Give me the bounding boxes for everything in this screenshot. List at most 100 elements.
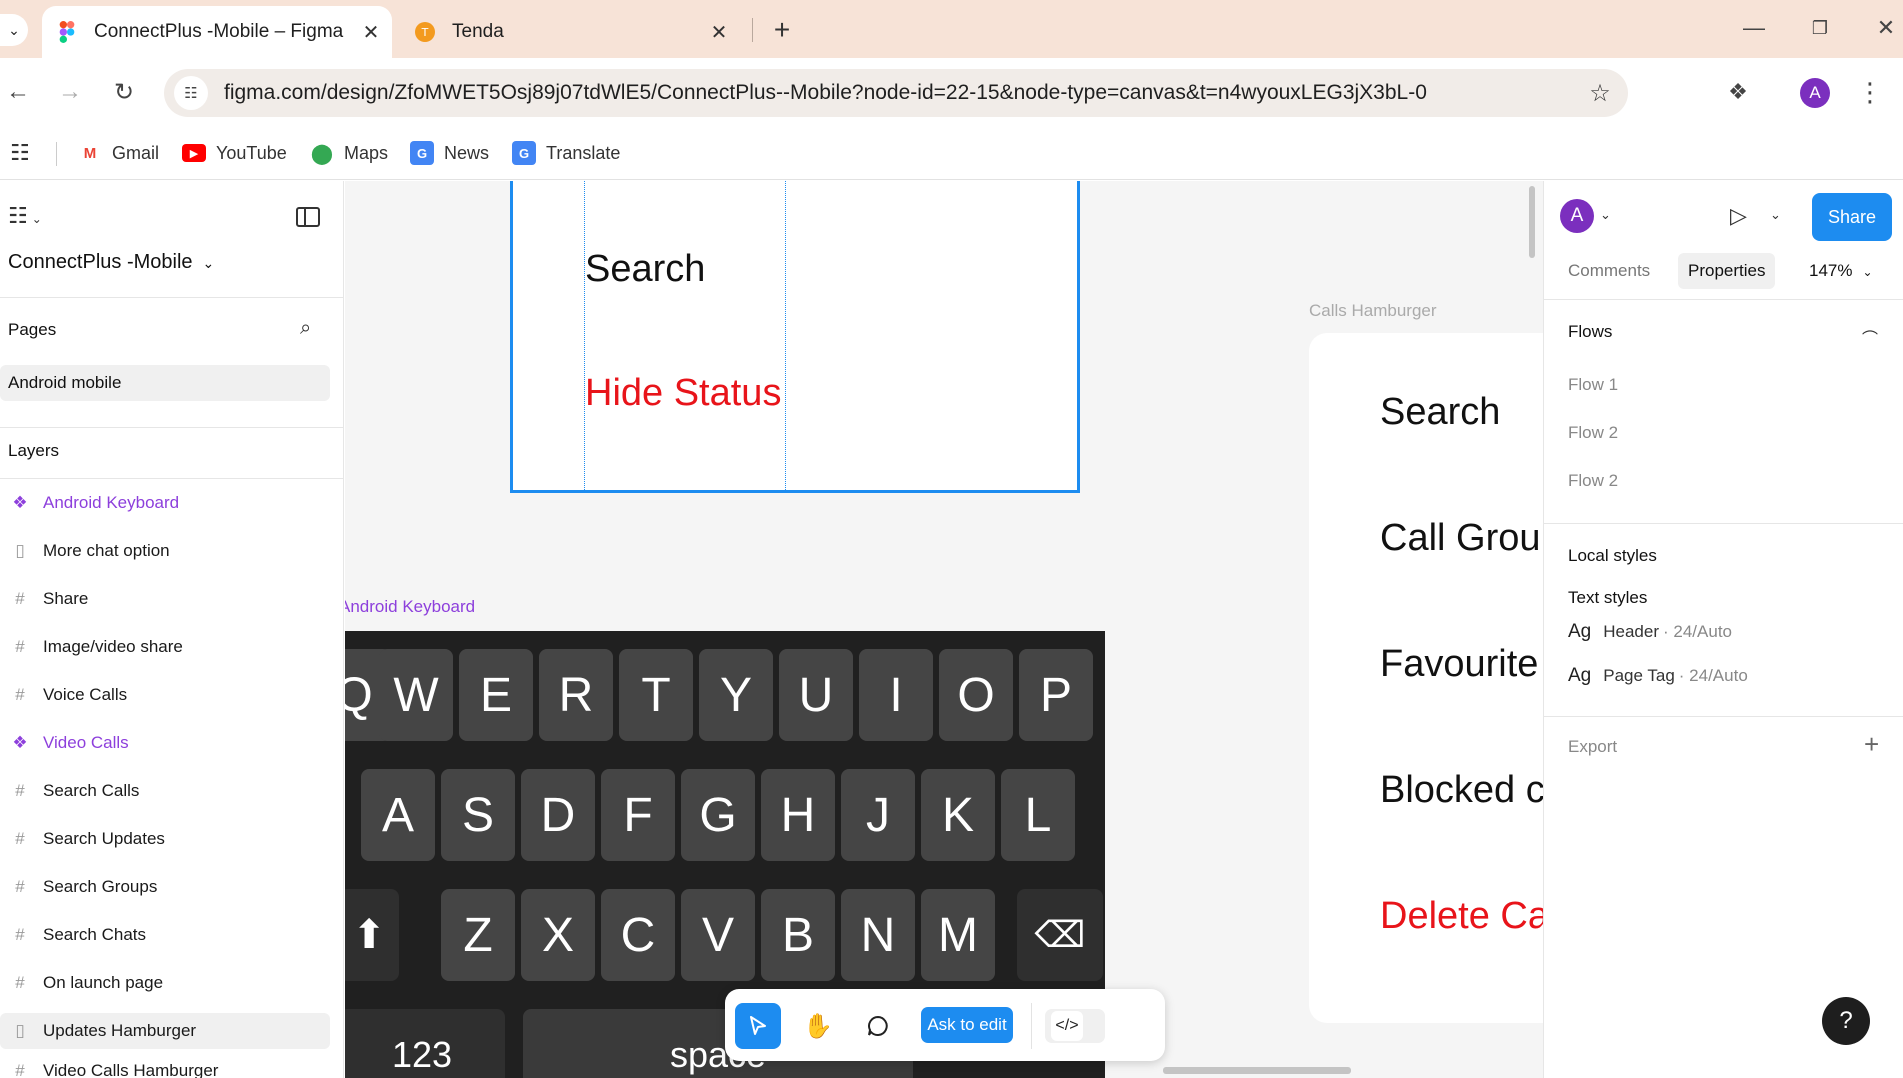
key[interactable]: M xyxy=(921,889,995,981)
key[interactable]: I xyxy=(859,649,933,741)
address-bar[interactable]: ☷ figma.com/design/ZfoMWET5Osj89j07tdWlE… xyxy=(164,69,1628,117)
tab-figma[interactable]: ConnectPlus -Mobile – Figma ✕ xyxy=(42,6,392,58)
frame-text-search[interactable]: Search xyxy=(585,248,705,291)
horizontal-scrollbar[interactable] xyxy=(1163,1067,1351,1074)
key[interactable]: O xyxy=(939,649,1013,741)
ask-to-edit-button[interactable]: Ask to edit xyxy=(921,1007,1013,1043)
menu-text-blocked[interactable]: Blocked c xyxy=(1380,769,1543,812)
minimize-icon[interactable]: — xyxy=(1734,10,1774,46)
url-text[interactable]: figma.com/design/ZfoMWET5Osj89j07tdWlE5/… xyxy=(224,81,1580,105)
bookmark-star-icon[interactable]: ☆ xyxy=(1580,79,1620,108)
key[interactable]: K xyxy=(921,769,995,861)
search-icon[interactable]: ⌕ xyxy=(300,317,311,340)
menu-text-favourites[interactable]: Favourite xyxy=(1380,643,1538,686)
file-name[interactable]: ConnectPlus -Mobile ⌄ xyxy=(8,251,214,274)
share-button[interactable]: Share xyxy=(1812,193,1892,241)
window-close-icon[interactable]: ✕ xyxy=(1866,10,1903,46)
layer-updates-hamburger[interactable]: ▯ Updates Hamburger xyxy=(0,1013,330,1049)
move-cursor-icon[interactable] xyxy=(735,1003,781,1049)
layer-search-chats[interactable]: # Search Chats xyxy=(0,917,330,953)
comment-bubble-icon[interactable] xyxy=(855,1003,901,1049)
help-button[interactable]: ? xyxy=(1822,997,1870,1045)
key[interactable]: U xyxy=(779,649,853,741)
key[interactable]: H xyxy=(761,769,835,861)
frame-label-android-keyboard[interactable]: Android Keyboard xyxy=(345,597,475,617)
key[interactable]: J xyxy=(841,769,915,861)
key[interactable]: V xyxy=(681,889,755,981)
layer-image-video-share[interactable]: # Image/video share xyxy=(0,629,330,665)
profile-avatar[interactable]: A xyxy=(1800,78,1830,108)
key-numbers[interactable]: 123 xyxy=(345,1009,505,1078)
key[interactable]: C xyxy=(601,889,675,981)
shift-arrow-icon[interactable]: ⬆ xyxy=(345,889,399,981)
zoom-level[interactable]: 147% ⌄ xyxy=(1809,253,1873,289)
close-icon[interactable]: ✕ xyxy=(704,20,734,45)
calls-hamburger-frame[interactable]: Search Call Grou Favourite Blocked c Del… xyxy=(1309,333,1543,1023)
page-android-mobile[interactable]: Android mobile xyxy=(0,365,330,401)
apps-grid-icon[interactable]: ☷ xyxy=(10,138,30,168)
key[interactable]: G xyxy=(681,769,755,861)
key[interactable]: N xyxy=(841,889,915,981)
flow-item[interactable]: Flow 1 xyxy=(1568,375,1618,395)
site-settings-icon[interactable]: ☷ xyxy=(174,76,208,110)
add-export-plus-icon[interactable]: + xyxy=(1864,729,1879,760)
key[interactable]: A xyxy=(361,769,435,861)
back-arrow-icon[interactable]: ← xyxy=(0,74,36,110)
hidden-eye-icon[interactable]: ⌒ xyxy=(1862,325,1878,349)
chevron-down-icon[interactable]: ⌄ xyxy=(1600,207,1611,223)
text-style-page-tag[interactable]: Ag Page Tag · 24/Auto xyxy=(1568,665,1748,687)
bookmark-news[interactable]: G News xyxy=(410,138,489,168)
text-style-header[interactable]: Ag Header · 24/Auto xyxy=(1568,621,1732,643)
tab-tenda[interactable]: T Tenda ✕ xyxy=(400,6,740,58)
layer-share[interactable]: # Share xyxy=(0,581,330,617)
bookmark-gmail[interactable]: M Gmail xyxy=(78,138,159,168)
vertical-scrollbar[interactable] xyxy=(1529,186,1535,258)
dev-mode-toggle[interactable]: </> xyxy=(1045,1009,1105,1043)
menu-text-search[interactable]: Search xyxy=(1380,391,1500,434)
sidebar-toggle-icon[interactable] xyxy=(296,207,320,227)
key[interactable]: Z xyxy=(441,889,515,981)
key[interactable]: F xyxy=(601,769,675,861)
key[interactable]: B xyxy=(761,889,835,981)
flow-item[interactable]: Flow 2 xyxy=(1568,423,1618,443)
key[interactable]: X xyxy=(521,889,595,981)
frame-selected[interactable]: Search Hide Status xyxy=(510,181,1080,493)
layer-search-groups[interactable]: # Search Groups xyxy=(0,869,330,905)
restore-icon[interactable]: ❐ xyxy=(1800,10,1840,46)
user-avatar[interactable]: A xyxy=(1560,199,1594,233)
frame-text-hide-status[interactable]: Hide Status xyxy=(585,372,781,415)
layer-more-chat-option[interactable]: ▯ More chat option xyxy=(0,533,330,569)
key[interactable]: Y xyxy=(699,649,773,741)
design-canvas[interactable]: Search Hide Status Android Keyboard Q W … xyxy=(345,181,1543,1078)
tab-properties[interactable]: Properties xyxy=(1678,253,1776,289)
key[interactable]: R xyxy=(539,649,613,741)
key[interactable]: E xyxy=(459,649,533,741)
tab-search-chevron-icon[interactable]: ⌄ xyxy=(0,14,28,46)
browser-menu-kebab-icon[interactable]: ⋮ xyxy=(1852,74,1888,110)
layer-voice-calls[interactable]: # Voice Calls xyxy=(0,677,330,713)
layer-search-calls[interactable]: # Search Calls xyxy=(0,773,330,809)
key[interactable]: W xyxy=(379,649,453,741)
flow-item[interactable]: Flow 2 xyxy=(1568,471,1618,491)
key[interactable]: T xyxy=(619,649,693,741)
layer-android-keyboard[interactable]: ❖ Android Keyboard xyxy=(0,485,330,521)
layer-search-updates[interactable]: # Search Updates xyxy=(0,821,330,857)
present-play-icon[interactable]: ▷ xyxy=(1730,203,1747,229)
frame-label-calls-hamburger[interactable]: Calls Hamburger xyxy=(1309,301,1437,321)
figma-menu-icon[interactable]: ☷ ⌄ xyxy=(8,203,42,229)
forward-arrow-icon[interactable]: → xyxy=(52,74,88,110)
bookmark-maps[interactable]: ⬤ Maps xyxy=(310,138,388,168)
key[interactable]: S xyxy=(441,769,515,861)
layer-video-calls-hamburger[interactable]: # Video Calls Hamburger xyxy=(0,1061,330,1078)
backspace-icon[interactable]: ⌫ xyxy=(1017,889,1103,981)
key[interactable]: L xyxy=(1001,769,1075,861)
key[interactable]: D xyxy=(521,769,595,861)
layer-video-calls[interactable]: ❖ Video Calls xyxy=(0,725,330,761)
layer-on-launch-page[interactable]: # On launch page xyxy=(0,965,330,1001)
reload-icon[interactable]: ↻ xyxy=(106,74,142,110)
key[interactable]: P xyxy=(1019,649,1093,741)
extensions-puzzle-icon[interactable]: ❖ xyxy=(1720,74,1756,110)
bookmark-translate[interactable]: G Translate xyxy=(512,138,620,168)
hand-tool-icon[interactable]: ✋ xyxy=(795,1003,841,1049)
menu-text-call-groups[interactable]: Call Grou xyxy=(1380,517,1541,560)
